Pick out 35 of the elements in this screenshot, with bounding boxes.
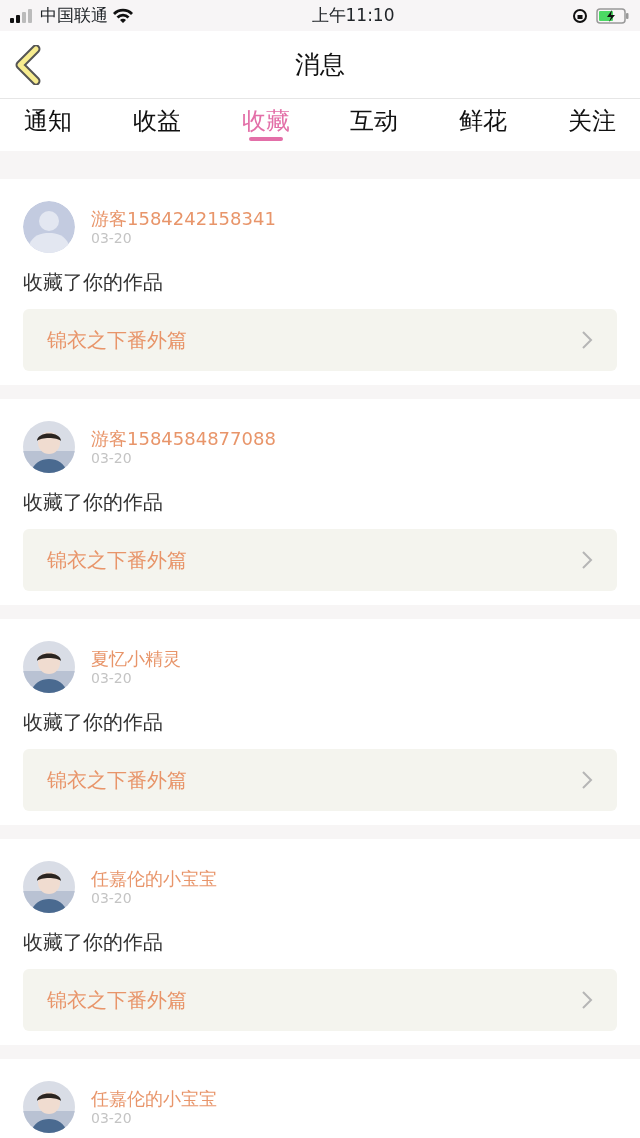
chevron-right-icon (581, 770, 593, 790)
rotation-lock-icon (572, 7, 588, 24)
user-name[interactable]: 任嘉伦的小宝宝 (91, 1087, 217, 1110)
message-text: 收藏了你的作品 (23, 489, 164, 516)
message-date: 03-20 (91, 229, 133, 247)
chevron-right-icon (581, 990, 593, 1010)
tab[interactable]: 收益 (132, 103, 181, 147)
message-date: 03-20 (91, 449, 133, 467)
work-link[interactable]: 锦衣之下番外篇 (23, 529, 617, 591)
work-link[interactable]: 锦衣之下番外篇 (23, 969, 617, 1031)
message-date: 03-20 (91, 1109, 133, 1127)
battery-icon (596, 7, 630, 24)
user-name[interactable]: 夏忆小精灵 (91, 647, 181, 670)
tab[interactable]: 通知 (24, 103, 72, 147)
message-date: 03-20 (91, 889, 133, 907)
tab[interactable]: 鲜花 (459, 103, 508, 147)
work-link[interactable]: 锦衣之下番外篇 (23, 309, 617, 371)
message-text: 收藏了你的作品 (23, 709, 164, 736)
tab[interactable]: 关注 (568, 103, 616, 147)
message-text: 收藏了你的作品 (23, 269, 164, 296)
tab[interactable]: 收藏 (241, 103, 290, 147)
chevron-right-icon (581, 550, 593, 570)
user-name[interactable]: 游客1584242158341 (91, 207, 276, 230)
default-avatar (23, 201, 75, 253)
chevron-right-icon (581, 330, 593, 350)
message-text: 收藏了你的作品 (23, 929, 164, 956)
carrier-name: 中国联通 (40, 3, 108, 27)
work-link[interactable]: 锦衣之下番外篇 (23, 749, 617, 811)
page-title: 消息 (295, 48, 345, 81)
clock-time: 上午11:10 (311, 4, 395, 25)
wifi-icon (112, 7, 134, 24)
user-name[interactable]: 任嘉伦的小宝宝 (91, 867, 217, 890)
message-date: 03-20 (91, 669, 133, 687)
user-name[interactable]: 游客1584584877088 (91, 427, 276, 450)
tab[interactable]: 互动 (350, 103, 399, 147)
